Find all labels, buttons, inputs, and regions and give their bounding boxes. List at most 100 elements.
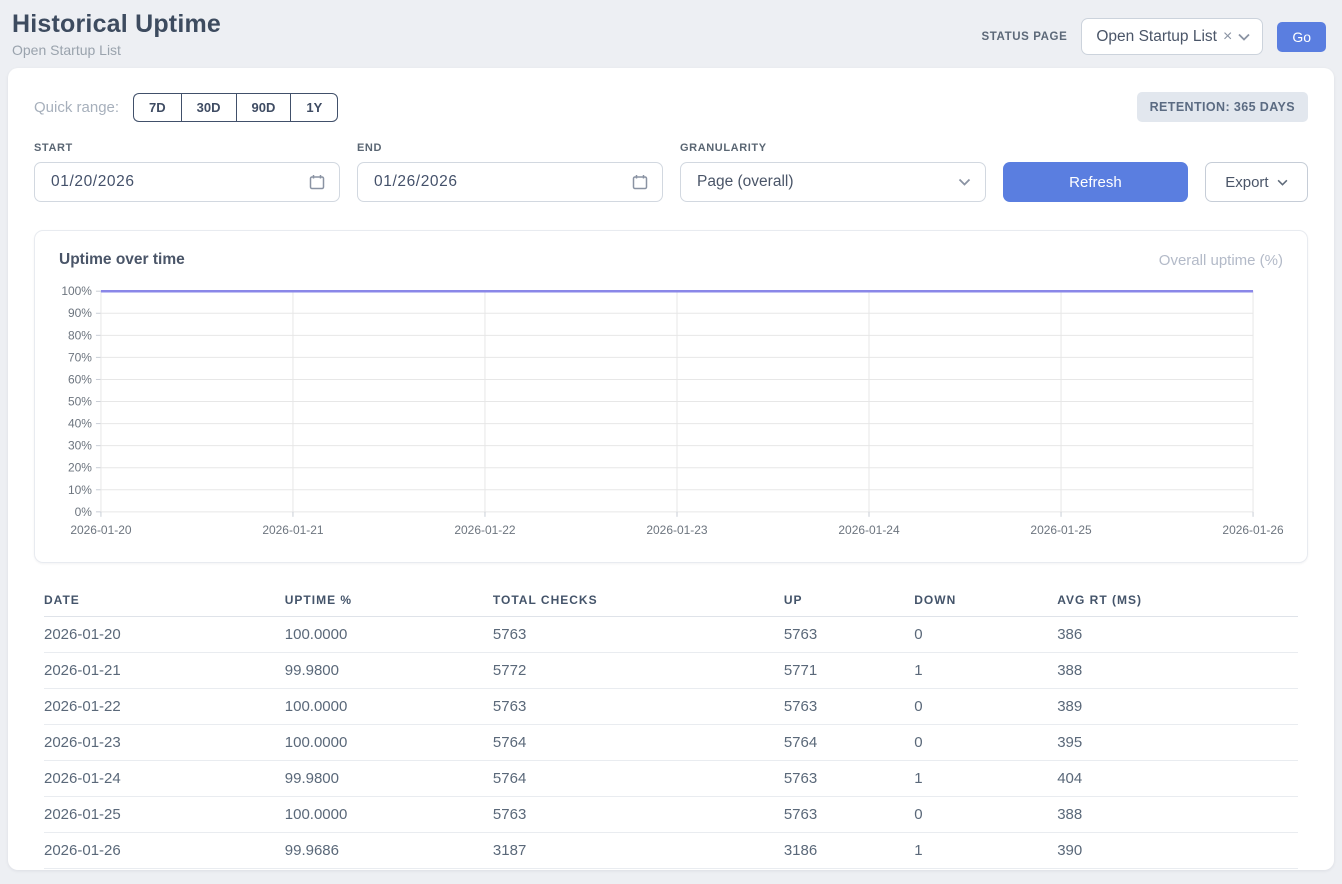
svg-text:40%: 40% — [68, 417, 92, 431]
table-cell: 0 — [914, 725, 1057, 761]
table-cell: 2026-01-25 — [44, 797, 285, 833]
table-cell: 99.9686 — [285, 833, 493, 869]
svg-text:60%: 60% — [68, 372, 92, 386]
table-cell: 2026-01-24 — [44, 761, 285, 797]
export-button-label: Export — [1225, 174, 1268, 191]
table-column-header: UP — [784, 587, 914, 617]
table-cell: 1 — [914, 761, 1057, 797]
table-cell: 2026-01-23 — [44, 725, 285, 761]
table-column-header: DATE — [44, 587, 285, 617]
calendar-icon[interactable] — [309, 174, 325, 190]
chevron-down-icon — [1277, 179, 1288, 186]
refresh-button[interactable]: Refresh — [1003, 162, 1188, 202]
go-button[interactable]: Go — [1277, 22, 1326, 52]
table-column-header: AVG RT (MS) — [1057, 587, 1298, 617]
svg-text:70%: 70% — [68, 350, 92, 364]
table-cell: 100.0000 — [285, 689, 493, 725]
status-page-selected-value: Open Startup List — [1096, 28, 1217, 46]
svg-text:2026-01-22: 2026-01-22 — [454, 523, 516, 537]
svg-text:50%: 50% — [68, 395, 92, 409]
table-cell: 5763 — [784, 797, 914, 833]
table-row: 2026-01-23100.0000576457640395 — [44, 725, 1298, 761]
start-date-label: START — [34, 142, 340, 154]
svg-text:20%: 20% — [68, 461, 92, 475]
table-cell: 5763 — [784, 761, 914, 797]
table-cell: 3187 — [493, 833, 784, 869]
end-date-label: END — [357, 142, 663, 154]
table-cell: 5772 — [493, 653, 784, 689]
table-cell: 2026-01-22 — [44, 689, 285, 725]
clear-selection-icon[interactable]: × — [1223, 29, 1232, 45]
page-title: Historical Uptime — [12, 10, 221, 39]
svg-text:2026-01-26: 2026-01-26 — [1222, 523, 1283, 537]
top-header: Historical Uptime Open Startup List STAT… — [0, 0, 1342, 64]
table-cell: 0 — [914, 797, 1057, 833]
table-header-row: DATEUPTIME %TOTAL CHECKSUPDOWNAVG RT (MS… — [44, 587, 1298, 617]
title-block: Historical Uptime Open Startup List — [12, 10, 221, 58]
table-cell: 5763 — [493, 797, 784, 833]
table-cell: 5764 — [493, 761, 784, 797]
svg-text:2026-01-25: 2026-01-25 — [1030, 523, 1092, 537]
quick-range-30d-button[interactable]: 30D — [181, 93, 236, 122]
retention-badge: RETENTION: 365 DAYS — [1137, 92, 1308, 122]
status-page-label: STATUS PAGE — [982, 31, 1068, 43]
svg-text:2026-01-23: 2026-01-23 — [646, 523, 708, 537]
svg-text:30%: 30% — [68, 439, 92, 453]
quick-range-90d-button[interactable]: 90D — [236, 93, 291, 122]
table-cell: 5763 — [784, 617, 914, 653]
table-cell: 2026-01-21 — [44, 653, 285, 689]
table-cell: 1 — [914, 833, 1057, 869]
export-button[interactable]: Export — [1205, 162, 1308, 202]
table-row: 2026-01-20100.0000576357630386 — [44, 617, 1298, 653]
svg-text:10%: 10% — [68, 483, 92, 497]
svg-text:100%: 100% — [61, 284, 92, 298]
header-right: STATUS PAGE Open Startup List × Go — [982, 18, 1326, 55]
table-cell: 5763 — [784, 689, 914, 725]
main-panel: Quick range: 7D 30D 90D 1Y RETENTION: 36… — [8, 68, 1334, 870]
uptime-table: DATEUPTIME %TOTAL CHECKSUPDOWNAVG RT (MS… — [44, 587, 1298, 869]
table-cell: 389 — [1057, 689, 1298, 725]
end-date-input[interactable]: 01/26/2026 — [357, 162, 663, 202]
status-page-select[interactable]: Open Startup List × — [1081, 18, 1263, 55]
svg-text:2026-01-21: 2026-01-21 — [262, 523, 324, 537]
quick-range-group: 7D 30D 90D 1Y — [133, 93, 338, 122]
table-cell: 99.9800 — [285, 653, 493, 689]
table-cell: 395 — [1057, 725, 1298, 761]
uptime-line-chart: 0% 10% 20% 30% 40% 50% 60% 70% 80% 90% 100% 2026-01… — [59, 283, 1283, 548]
uptime-table-wrap: DATEUPTIME %TOTAL CHECKSUPDOWNAVG RT (MS… — [34, 587, 1308, 869]
chart-legend: Overall uptime (%) — [1159, 252, 1283, 269]
table-cell: 0 — [914, 689, 1057, 725]
table-cell: 5771 — [784, 653, 914, 689]
table-cell: 5764 — [493, 725, 784, 761]
quick-range-7d-button[interactable]: 7D — [133, 93, 181, 122]
svg-text:90%: 90% — [68, 306, 92, 320]
table-cell: 404 — [1057, 761, 1298, 797]
svg-text:80%: 80% — [68, 328, 92, 342]
table-cell: 386 — [1057, 617, 1298, 653]
table-row: 2026-01-2499.9800576457631404 — [44, 761, 1298, 797]
chart-title: Uptime over time — [59, 251, 185, 269]
page-subtitle: Open Startup List — [12, 42, 221, 58]
table-cell: 390 — [1057, 833, 1298, 869]
table-row: 2026-01-2199.9800577257711388 — [44, 653, 1298, 689]
table-cell: 388 — [1057, 797, 1298, 833]
svg-text:2026-01-24: 2026-01-24 — [838, 523, 900, 537]
table-row: 2026-01-22100.0000576357630389 — [44, 689, 1298, 725]
table-cell: 3186 — [784, 833, 914, 869]
chevron-down-icon — [958, 178, 971, 186]
svg-text:2026-01-20: 2026-01-20 — [70, 523, 132, 537]
table-column-header: UPTIME % — [285, 587, 493, 617]
calendar-icon[interactable] — [632, 174, 648, 190]
granularity-select[interactable]: Page (overall) — [680, 162, 986, 202]
table-cell: 5764 — [784, 725, 914, 761]
granularity-selected-value: Page (overall) — [697, 173, 794, 191]
table-cell: 1 — [914, 653, 1057, 689]
quick-range-1y-button[interactable]: 1Y — [290, 93, 338, 122]
svg-text:0%: 0% — [75, 505, 93, 519]
fields-row: START 01/20/2026 END 01/26/2026 — [34, 142, 1308, 202]
table-cell: 2026-01-20 — [44, 617, 285, 653]
table-cell: 100.0000 — [285, 617, 493, 653]
chevron-down-icon — [1238, 33, 1250, 41]
table-cell: 100.0000 — [285, 725, 493, 761]
start-date-input[interactable]: 01/20/2026 — [34, 162, 340, 202]
